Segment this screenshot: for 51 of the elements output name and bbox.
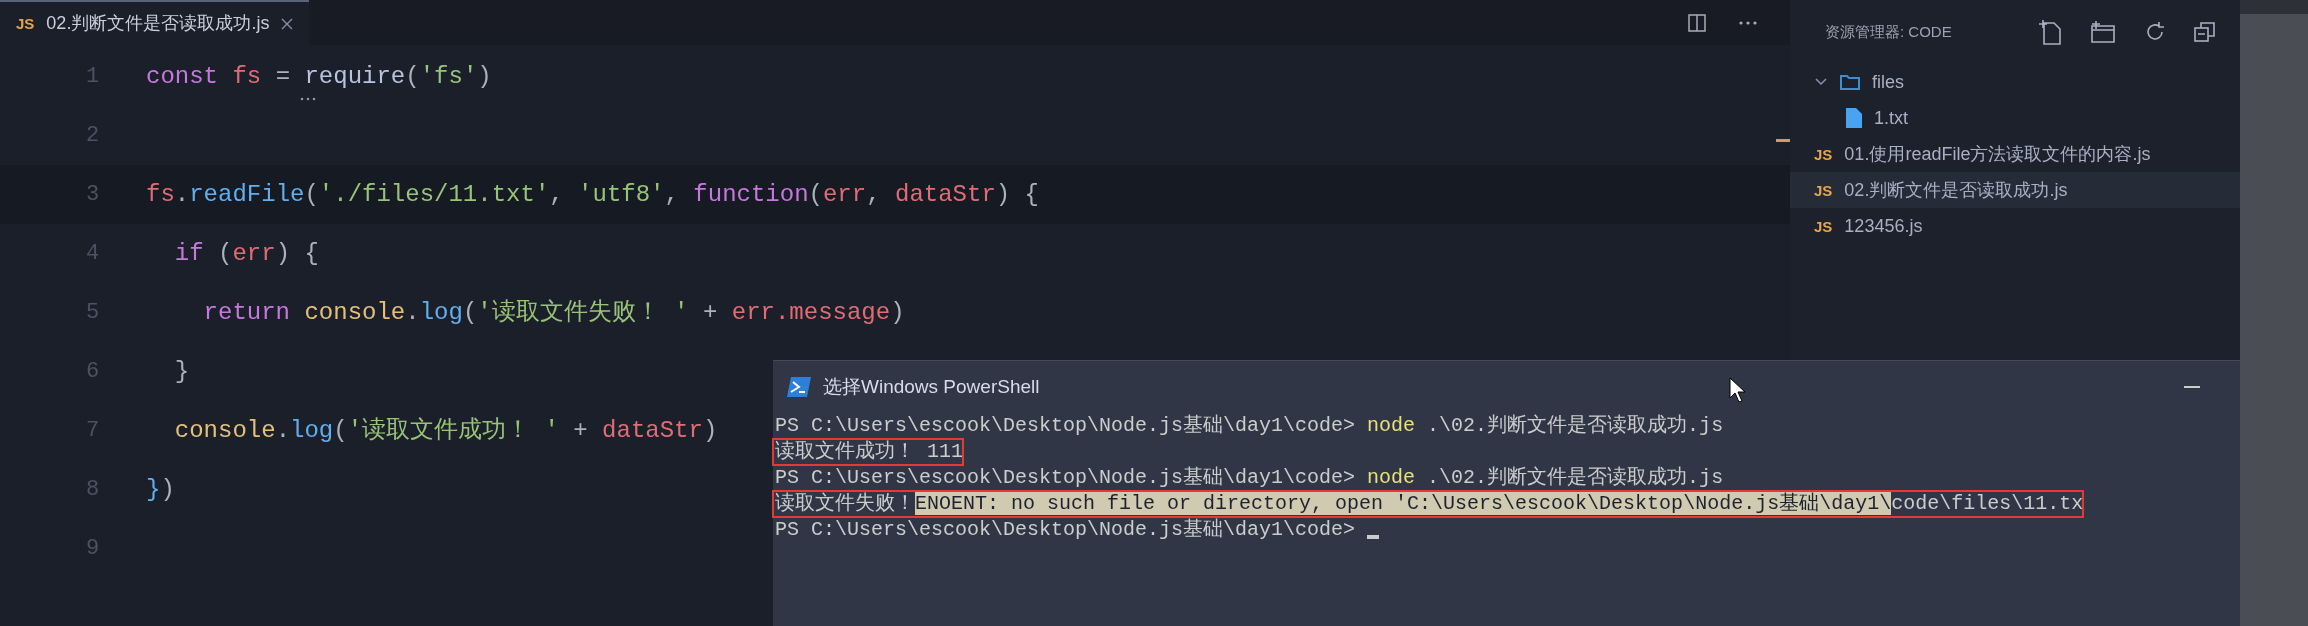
code-line: console.log('读取文件成功！ ' + dataStr) [173,416,718,444]
line-number: 5 [85,299,101,327]
mouse-pointer-icon [1729,377,1747,403]
editor-tab[interactable]: JS 02.判断文件是否读取成功.js [0,0,310,45]
file-tree-item[interactable]: JS 01.使用readFile方法读取文件的内容.js [1790,136,2240,172]
js-file-icon: JS [1814,146,1833,162]
terminal-line: PS C:\Users\escook\Desktop\Node.js基础\day1\code> node .\02.判断文件是否读取成功.js [774,465,1724,491]
code-line: } [173,357,190,385]
collapse-icon[interactable] [2194,21,2216,43]
code-line: fs.readFile('./files/11.txt', 'utf8', function(err, dataStr) { [146,180,1040,208]
file-icon [1846,108,1862,128]
explorer-title: 资源管理器: CODE [1825,21,1952,42]
terminal-line: PS C:\Users\escook\Desktop\Node.js基础\day1\code> [774,517,1357,543]
powershell-icon [787,377,811,397]
file-name: 1.txt [1874,106,1908,130]
window-title: 选择Windows PowerShell [823,374,1040,399]
js-file-icon: JS [1814,182,1833,198]
terminal-line: PS C:\Users\escook\Desktop\Node.js基础\day1\code> node .\02.判断文件是否读取成功.js [774,413,1724,439]
file-name: 123456.js [1844,214,1923,238]
close-icon[interactable] [281,17,294,30]
line-number: 6 [85,358,101,386]
code-line: return console.log('读取文件失败！ ' + err.message) [202,298,905,326]
file-tree-item[interactable]: files [1790,64,2240,100]
file-name: 01.使用readFile方法读取文件的内容.js [1844,142,2151,166]
tab-title: 02.判断文件是否读取成功.js [46,12,270,35]
js-file-icon: JS [1814,218,1833,234]
line-number: 9 [85,535,101,563]
code-line: if (err) { [173,239,319,267]
file-tree-item[interactable]: 1.txt [1790,100,2240,136]
file-name: 02.判断文件是否读取成功.js [1844,178,2068,202]
split-editor-icon[interactable] [1688,13,1706,32]
terminal-line: 读取文件成功！ 111 [773,439,963,465]
refresh-icon[interactable] [2144,21,2166,43]
file-tree-item[interactable]: JS 02.判断文件是否读取成功.js [1790,172,2240,208]
line-number: 2 [85,122,101,150]
line-number: 7 [85,417,101,445]
line-number: 3 [85,181,101,209]
file-name: files [1872,70,1904,94]
more-icon[interactable] [1738,19,1758,26]
code-line: const fs = require('fs') [146,62,492,90]
new-folder-icon[interactable] [2090,20,2116,44]
code-line: }) [146,475,175,503]
line-number: 8 [85,476,101,504]
line-number: 1 [85,63,101,91]
minimap-marker [1776,139,1790,142]
line-number: 4 [85,240,101,268]
file-tree-item[interactable]: JS 123456.js [1790,208,2240,244]
terminal-line: 读取文件失败！ENOENT: no such file or directory, open 'C:\Users\escook\Desktop\Node.js基础\day1\code\files\11.tx [773,491,2084,517]
new-file-icon[interactable] [2038,19,2062,45]
js-file-icon: JS [16,16,35,31]
folder-icon [1840,74,1860,90]
